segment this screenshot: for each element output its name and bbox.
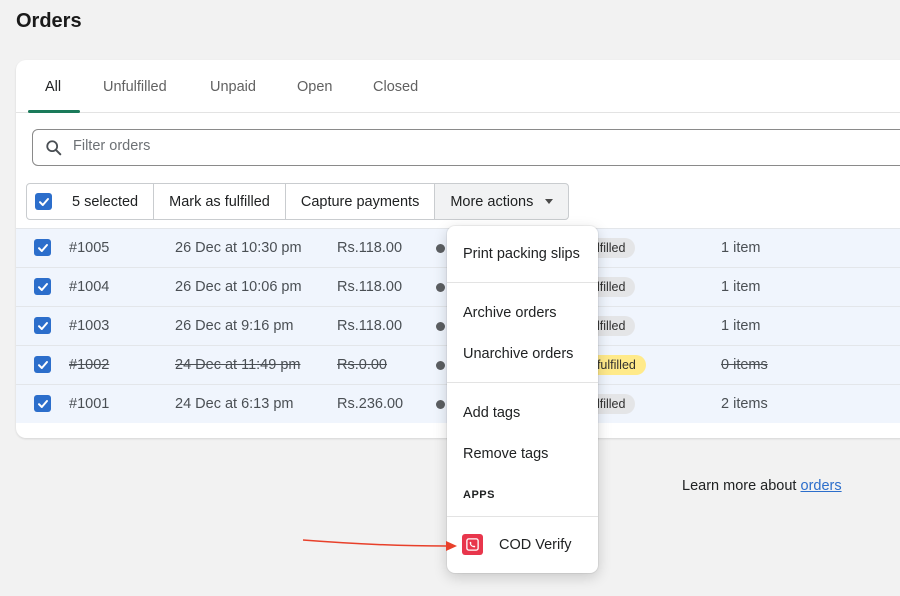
menu-divider bbox=[447, 282, 598, 283]
payment-status-dot bbox=[436, 244, 445, 253]
payment-status-dot bbox=[436, 361, 445, 370]
item-count: 1 item bbox=[721, 240, 761, 256]
menu-item-unarchive-orders[interactable]: Unarchive orders bbox=[463, 346, 573, 362]
order-number[interactable]: #1002 bbox=[69, 357, 109, 373]
menu-divider bbox=[447, 516, 598, 517]
menu-item-print-packing-slips[interactable]: Print packing slips bbox=[463, 246, 580, 262]
row-checkbox[interactable] bbox=[34, 356, 51, 373]
phone-icon bbox=[466, 538, 479, 551]
mark-as-fulfilled-button[interactable]: Mark as fulfilled bbox=[153, 183, 286, 220]
capture-payments-button[interactable]: Capture payments bbox=[284, 183, 436, 220]
menu-section-apps: APPS bbox=[463, 489, 495, 501]
item-count: 1 item bbox=[721, 318, 761, 334]
row-checkbox[interactable] bbox=[34, 239, 51, 256]
checkmark-icon bbox=[37, 282, 48, 291]
more-actions-label: More actions bbox=[450, 193, 534, 210]
row-checkbox[interactable] bbox=[34, 395, 51, 412]
order-total: Rs.118.00 bbox=[337, 318, 403, 334]
order-total: Rs.118.00 bbox=[337, 279, 403, 295]
order-number[interactable]: #1001 bbox=[69, 396, 109, 412]
active-tab-indicator bbox=[28, 110, 80, 113]
order-total: Rs.236.00 bbox=[337, 396, 404, 412]
filter-field[interactable] bbox=[32, 129, 900, 166]
tab-bar: All Unfulfilled Unpaid Open Closed bbox=[16, 60, 900, 113]
learn-more-text: Learn more about orders bbox=[682, 478, 842, 494]
orders-help-link[interactable]: orders bbox=[801, 478, 842, 494]
order-date: 24 Dec at 6:13 pm bbox=[175, 396, 294, 412]
tab-open[interactable]: Open bbox=[297, 79, 332, 95]
more-actions-button[interactable]: More actions bbox=[434, 183, 570, 220]
select-all-checkbox[interactable] bbox=[35, 193, 52, 210]
checkmark-icon bbox=[37, 321, 48, 330]
menu-item-cod-verify[interactable]: COD Verify bbox=[499, 537, 572, 553]
tab-unpaid[interactable]: Unpaid bbox=[210, 79, 256, 95]
page-title: Orders bbox=[16, 10, 82, 32]
checkmark-icon bbox=[37, 360, 48, 369]
caret-down-icon bbox=[545, 199, 554, 204]
order-total: Rs.118.00 bbox=[337, 240, 403, 256]
row-checkbox[interactable] bbox=[34, 317, 51, 334]
cod-verify-app-icon bbox=[462, 534, 483, 555]
tab-unfulfilled[interactable]: Unfulfilled bbox=[103, 79, 167, 95]
item-count: 1 item bbox=[721, 279, 761, 295]
order-number[interactable]: #1004 bbox=[69, 279, 109, 295]
selected-count: 5 selected bbox=[72, 193, 139, 210]
tab-all[interactable]: All bbox=[45, 79, 61, 95]
menu-item-archive-orders[interactable]: Archive orders bbox=[463, 305, 556, 321]
order-date: 26 Dec at 10:30 pm bbox=[175, 240, 302, 256]
checkmark-icon bbox=[38, 197, 49, 206]
checkmark-icon bbox=[37, 243, 48, 252]
bulk-actions-bar: 5 selected Mark as fulfilled Capture pay… bbox=[26, 183, 570, 220]
payment-status-dot bbox=[436, 400, 445, 409]
payment-status-dot bbox=[436, 322, 445, 331]
menu-item-add-tags[interactable]: Add tags bbox=[463, 405, 520, 421]
order-date: 24 Dec at 11:49 pm bbox=[175, 357, 301, 373]
order-total: Rs.0.00 bbox=[337, 357, 387, 373]
order-number[interactable]: #1003 bbox=[69, 318, 109, 334]
row-checkbox[interactable] bbox=[34, 278, 51, 295]
annotation-arrow-icon bbox=[302, 539, 457, 551]
payment-status-dot bbox=[436, 283, 445, 292]
item-count: 2 items bbox=[721, 396, 768, 412]
checkmark-icon bbox=[37, 399, 48, 408]
order-number[interactable]: #1005 bbox=[69, 240, 109, 256]
item-count: 0 items bbox=[721, 357, 768, 373]
order-date: 26 Dec at 9:16 pm bbox=[175, 318, 294, 334]
tab-closed[interactable]: Closed bbox=[373, 79, 418, 95]
order-date: 26 Dec at 10:06 pm bbox=[175, 279, 302, 295]
select-all-button[interactable]: 5 selected bbox=[26, 183, 155, 220]
menu-divider bbox=[447, 382, 598, 383]
learn-more-prefix: Learn more about bbox=[682, 478, 801, 494]
filter-orders-input[interactable] bbox=[73, 138, 673, 154]
search-icon bbox=[46, 140, 62, 156]
menu-item-remove-tags[interactable]: Remove tags bbox=[463, 446, 548, 462]
more-actions-menu: Print packing slips Archive orders Unarc… bbox=[447, 226, 598, 573]
